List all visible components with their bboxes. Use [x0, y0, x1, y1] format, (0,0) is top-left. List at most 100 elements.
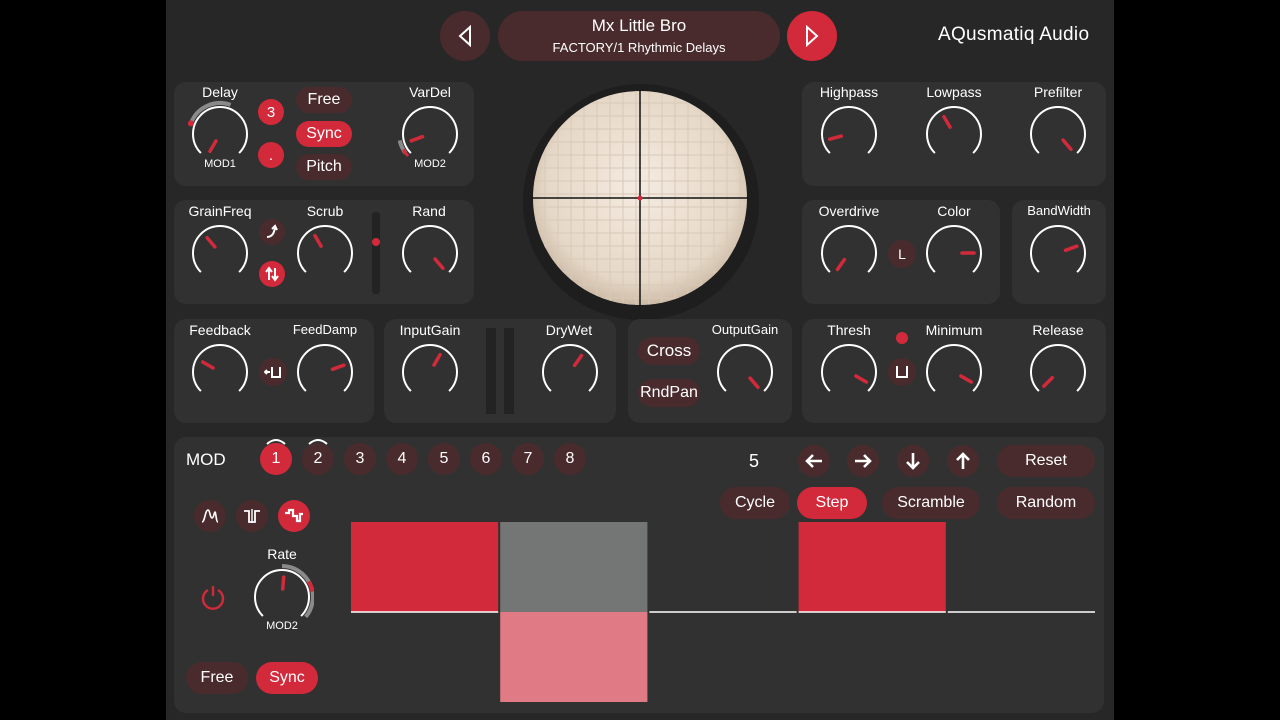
color-knob[interactable] — [922, 219, 986, 283]
rate-mod-label: MOD2 — [266, 620, 298, 632]
step-count: 5 — [748, 451, 759, 471]
swap-arrows-icon — [265, 266, 279, 282]
envelope-shape-icon — [201, 509, 219, 523]
drive-link-button[interactable]: L — [888, 240, 916, 268]
overdrive-knob[interactable] — [817, 219, 881, 283]
step-4-bar[interactable] — [798, 522, 946, 612]
step-shift-left-button[interactable] — [798, 445, 830, 477]
release-label: Release — [1032, 322, 1084, 338]
prev-preset-button[interactable] — [440, 11, 490, 61]
preset-bank: FACTORY/1 Rhythmic Delays — [552, 40, 726, 55]
scrub-label: Scrub — [306, 203, 344, 219]
delay-free-button[interactable]: Free — [296, 87, 352, 113]
outputgain-knob[interactable] — [713, 338, 777, 402]
rand-knob[interactable] — [398, 219, 462, 283]
gate-mode-button[interactable] — [888, 358, 916, 386]
step-sequencer[interactable] — [350, 520, 1098, 708]
grainfreq-knob[interactable] — [188, 219, 252, 283]
thresh-knob[interactable] — [817, 338, 881, 402]
vardel-knob[interactable] — [398, 100, 462, 164]
feeddamp-knob[interactable] — [293, 338, 357, 402]
drywet-label: DryWet — [545, 322, 593, 338]
color-label: Color — [937, 203, 971, 219]
feedback-label: Feedback — [189, 322, 251, 338]
mod-slot-3-button[interactable]: 3 — [344, 443, 376, 475]
arrow-down-icon — [906, 453, 920, 470]
random-button[interactable]: Random — [997, 487, 1095, 519]
inputgain-knob[interactable] — [398, 338, 462, 402]
release-knob[interactable] — [1026, 338, 1090, 402]
delay-dotted-button[interactable]: . — [258, 142, 284, 168]
delay-pitch-button[interactable]: Pitch — [296, 154, 352, 180]
mod-slot-2-button[interactable]: 2 — [302, 443, 334, 475]
mod-slot-2-active-arc — [308, 439, 328, 445]
triangle-right-icon — [806, 24, 819, 48]
gate-indicator-led — [896, 332, 908, 344]
vardel-mod-label: MOD2 — [414, 158, 446, 170]
highpass-knob[interactable] — [817, 100, 881, 164]
step-mode-button[interactable]: Step — [797, 487, 867, 519]
thresh-label: Thresh — [827, 322, 871, 338]
step-1-bar[interactable] — [351, 522, 499, 612]
mod-slot-7-button[interactable]: 7 — [512, 443, 544, 475]
mod-slot-1-button[interactable]: 1 — [260, 443, 292, 475]
grain-meter-indicator — [372, 238, 380, 246]
xy-scope-display — [532, 90, 748, 306]
prefilter-knob[interactable] — [1026, 100, 1090, 164]
gate-icon — [896, 366, 908, 378]
square-shape-icon — [244, 509, 260, 523]
preset-display[interactable]: Mx Little Bro FACTORY/1 Rhythmic Delays — [498, 11, 780, 61]
delay-knob[interactable] — [188, 100, 252, 164]
bandwidth-label: BandWidth — [1027, 203, 1091, 218]
inputgain-label: InputGain — [399, 322, 461, 338]
lowpass-label: Lowpass — [926, 84, 982, 100]
bandwidth-knob[interactable] — [1026, 219, 1090, 283]
brand-logo: AQusmatiq Audio — [938, 24, 1090, 45]
rndpan-button[interactable]: RndPan — [638, 379, 700, 407]
outputgain-label: OutputGain — [711, 322, 779, 337]
mod-slot-4-button[interactable]: 4 — [386, 443, 418, 475]
preset-name: Mx Little Bro — [591, 16, 687, 35]
cycle-button[interactable]: Cycle — [720, 487, 790, 519]
arrow-left-icon — [805, 454, 822, 468]
shape-envelope-button[interactable] — [194, 500, 226, 532]
step-shift-up-button[interactable] — [947, 445, 979, 477]
lowpass-knob[interactable] — [922, 100, 986, 164]
vardel-label: VarDel — [409, 84, 451, 100]
grain-curve-button[interactable] — [259, 219, 285, 245]
triangle-left-icon — [458, 24, 471, 48]
grainfreq-label: GrainFreq — [188, 203, 252, 219]
drywet-knob[interactable] — [538, 338, 602, 402]
cross-button[interactable]: Cross — [638, 337, 700, 365]
step-2-bar[interactable] — [500, 612, 648, 702]
reset-button[interactable]: Reset — [997, 445, 1095, 477]
step-shift-down-button[interactable] — [897, 445, 929, 477]
step-2-highlight — [500, 522, 648, 612]
mod-slot-1-active-arc — [266, 439, 286, 445]
mod-sync-button[interactable]: Sync — [256, 662, 318, 694]
shape-step-button[interactable] — [278, 500, 310, 532]
shape-square-button[interactable] — [236, 500, 268, 532]
level-meter-right — [504, 328, 514, 414]
delay-division-button[interactable]: 3 — [258, 99, 284, 125]
mod-slot-6-button[interactable]: 6 — [470, 443, 502, 475]
next-preset-button[interactable] — [787, 11, 837, 61]
feedback-knob[interactable] — [188, 338, 252, 402]
power-icon[interactable] — [199, 583, 227, 611]
level-meter-left — [486, 328, 496, 414]
minimum-label: Minimum — [925, 322, 983, 338]
minimum-knob[interactable] — [922, 338, 986, 402]
rand-label: Rand — [412, 203, 446, 219]
mod-free-button[interactable]: Free — [186, 662, 248, 694]
feeddamp-label: FeedDamp — [292, 322, 358, 337]
delay-mod-label: MOD1 — [204, 158, 236, 170]
grain-swap-button[interactable] — [259, 261, 285, 287]
delay-sync-button[interactable]: Sync — [296, 121, 352, 147]
feedback-mode-button[interactable] — [259, 358, 287, 386]
rate-knob[interactable] — [250, 563, 314, 627]
step-shift-right-button[interactable] — [847, 445, 879, 477]
mod-slot-5-button[interactable]: 5 — [428, 443, 460, 475]
scrub-knob[interactable] — [293, 219, 357, 283]
mod-slot-8-button[interactable]: 8 — [554, 443, 586, 475]
scramble-button[interactable]: Scramble — [882, 487, 980, 519]
